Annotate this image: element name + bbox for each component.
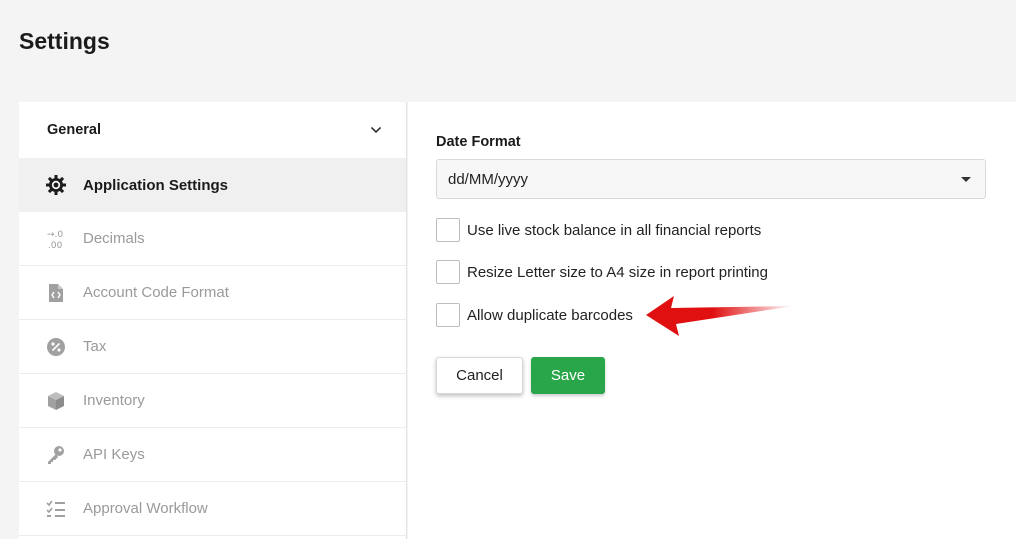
code-file-icon: [45, 282, 67, 304]
option-label: Resize Letter size to A4 size in report …: [467, 263, 768, 281]
sidebar-item-tax[interactable]: Tax: [19, 320, 406, 374]
sidebar-item-label: Inventory: [83, 392, 145, 409]
date-format-value: dd/MM/yyyy: [448, 170, 529, 188]
sidebar-item-inventory[interactable]: Inventory: [19, 374, 406, 428]
sidebar-item-label: Decimals: [83, 230, 145, 247]
sidebar-section-label: General: [47, 122, 101, 138]
box-icon: [45, 390, 67, 412]
option-live-stock-balance: Use live stock balance in all financial …: [436, 218, 761, 242]
option-resize-letter-a4: Resize Letter size to A4 size in report …: [436, 260, 768, 284]
svg-text:→.0: →.0: [47, 230, 63, 240]
option-label: Use live stock balance in all financial …: [467, 221, 762, 239]
settings-page: Settings General Application Settings →.…: [0, 0, 1016, 539]
sidebar-item-account-code-format[interactable]: Account Code Format: [19, 266, 406, 320]
allow-duplicate-barcodes-checkbox[interactable]: [436, 303, 460, 327]
annotation-arrow-icon: [646, 296, 794, 336]
date-format-select[interactable]: dd/MM/yyyy: [436, 159, 986, 199]
sidebar-section-general[interactable]: General: [19, 102, 406, 158]
option-allow-duplicate-barcodes: Allow duplicate barcodes: [436, 303, 633, 327]
resize-letter-a4-checkbox[interactable]: [436, 260, 460, 284]
sidebar-item-label: Application Settings: [83, 176, 229, 194]
settings-sidebar: General Application Settings →.0 .00 Dec…: [19, 102, 407, 539]
sidebar-item-label: Approval Workflow: [83, 500, 208, 517]
chevron-down-icon: [370, 126, 382, 134]
sidebar-item-label: Tax: [83, 338, 107, 355]
gear-icon: [45, 174, 67, 196]
sidebar-item-label: API Keys: [83, 446, 145, 463]
sidebar-item-approval-workflow[interactable]: Approval Workflow: [19, 482, 406, 536]
date-format-label: Date Format: [436, 134, 521, 150]
sidebar-item-api-keys[interactable]: API Keys: [19, 428, 406, 482]
svg-text:.00: .00: [48, 241, 63, 250]
sidebar-item-application-settings[interactable]: Application Settings: [19, 158, 406, 212]
key-icon: [45, 444, 67, 466]
option-label: Allow duplicate barcodes: [467, 306, 633, 324]
live-stock-balance-checkbox[interactable]: [436, 218, 460, 242]
checklist-icon: [45, 498, 67, 520]
cancel-button[interactable]: Cancel: [436, 357, 523, 394]
decimals-icon: →.0 .00: [45, 228, 67, 250]
settings-content: Date Format dd/MM/yyyy Use live stock ba…: [408, 102, 1016, 539]
save-button[interactable]: Save: [531, 357, 605, 394]
caret-down-icon: [961, 176, 971, 182]
percent-icon: [45, 336, 67, 358]
sidebar-item-decimals[interactable]: →.0 .00 Decimals: [19, 212, 406, 266]
page-title: Settings: [19, 28, 110, 54]
sidebar-item-label: Account Code Format: [83, 284, 229, 301]
